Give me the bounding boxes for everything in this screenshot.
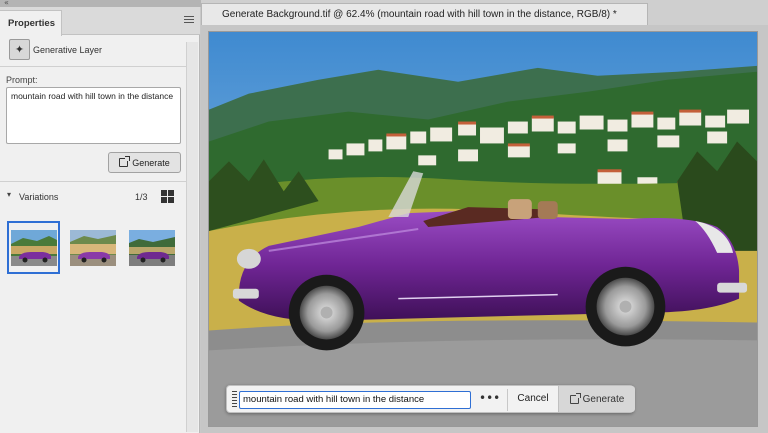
variation-thumbnail-2[interactable] — [66, 221, 119, 274]
taskbar-generate-label: Generate — [582, 393, 625, 405]
hamburger-menu-icon[interactable] — [184, 16, 194, 25]
properties-panel: Properties ✦ Generative Layer Prompt: mo… — [0, 7, 200, 433]
layer-type-row: ✦ Generative Layer — [0, 36, 198, 66]
taskbar-generate-button[interactable]: Generate — [558, 386, 635, 412]
drag-handle-icon[interactable] — [232, 391, 237, 409]
variation-thumbnail-1[interactable] — [7, 221, 60, 274]
chevron-down-icon[interactable]: ▾ — [7, 190, 11, 199]
generative-layer-icon: ✦ — [9, 39, 30, 60]
more-options-button[interactable]: ••• — [479, 391, 500, 409]
canvas-image[interactable] — [208, 31, 758, 427]
variations-count: 1/3 — [135, 192, 148, 202]
prompt-textarea[interactable]: mountain road with hill town in the dist… — [6, 87, 181, 144]
contextual-task-bar: mountain road with hill town in the dist… — [226, 385, 635, 413]
prompt-input[interactable]: mountain road with hill town in the dist… — [239, 391, 471, 409]
variation-1-image — [11, 230, 57, 266]
generate-icon — [119, 156, 131, 167]
tab-document[interactable]: Generate Background.tif @ 62.4% (mountai… — [201, 3, 648, 25]
prompt-label: Prompt: — [6, 75, 38, 85]
panel-scrollbar[interactable] — [186, 42, 198, 432]
generate-button-label: Generate — [132, 157, 170, 168]
variation-2-image — [70, 230, 116, 266]
divider — [0, 181, 198, 182]
document-tab-bar: Generate Background.tif @ 62.4% (mountai… — [201, 0, 768, 25]
generate-button[interactable]: Generate — [108, 152, 181, 173]
variation-3-image — [129, 230, 175, 266]
divider — [0, 66, 198, 67]
generate-icon — [569, 392, 581, 404]
grid-view-icon[interactable] — [161, 190, 174, 203]
double-chevron-left-icon[interactable]: « — [4, 0, 9, 7]
tab-properties[interactable]: Properties — [0, 10, 62, 36]
variations-label[interactable]: Variations — [19, 192, 58, 202]
divider — [507, 389, 508, 411]
cancel-button[interactable]: Cancel — [513, 391, 553, 409]
variations-header: ▾ Variations 1/3 — [0, 189, 198, 207]
panel-tab-bar: Properties — [0, 7, 200, 36]
layer-type-label: Generative Layer — [33, 45, 103, 55]
variation-thumbnail-3[interactable] — [125, 221, 178, 274]
